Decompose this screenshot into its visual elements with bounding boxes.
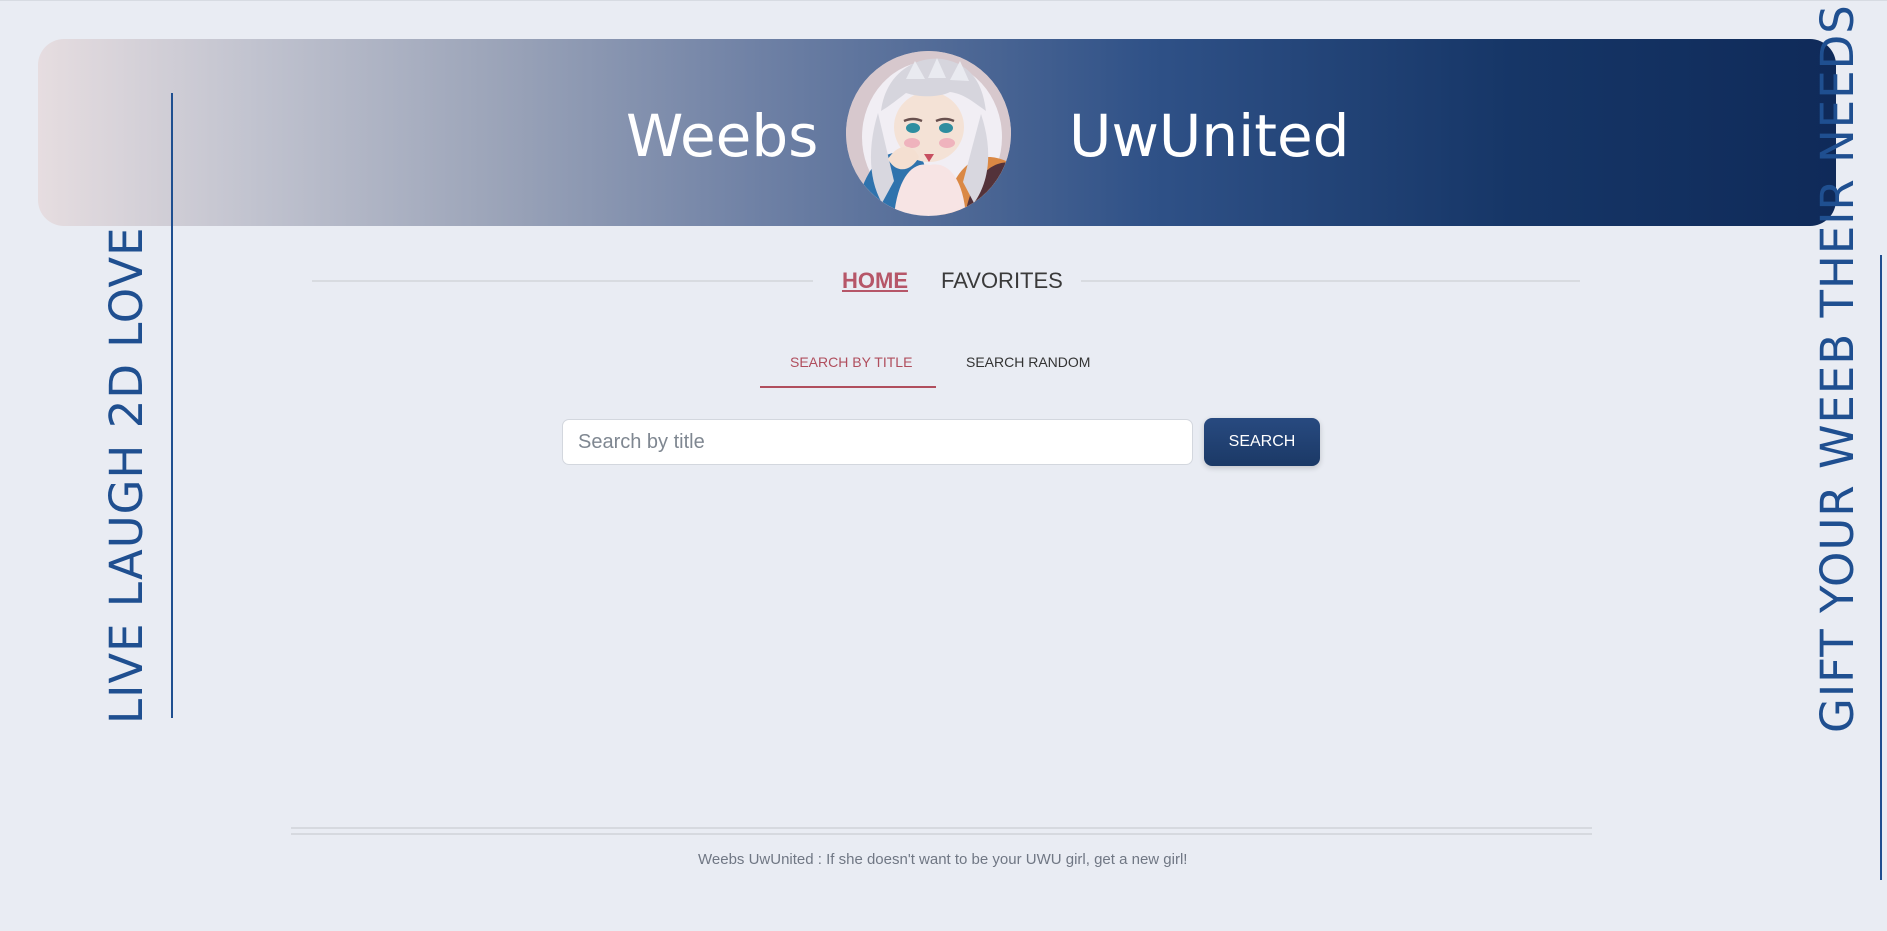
tab-search-random[interactable]: SEARCH RANDOM <box>966 352 1090 372</box>
footer-divider-bottom <box>291 833 1592 835</box>
nav-divider-right <box>1081 280 1580 282</box>
search-input[interactable] <box>562 419 1193 465</box>
side-divider-right <box>1880 255 1882 880</box>
site-title-right: UwUnited <box>1069 102 1350 170</box>
nav-home-link[interactable]: HOME <box>842 267 908 295</box>
anime-avatar-icon <box>846 51 1011 216</box>
search-button[interactable]: SEARCH <box>1204 418 1320 466</box>
nav-favorites-link[interactable]: FAVORITES <box>941 267 1063 295</box>
side-slogan-right: GIFT YOUR WEEB THEIR NEEDS <box>1811 4 1864 733</box>
nav-divider-left <box>312 280 813 282</box>
active-tab-indicator <box>760 386 936 388</box>
footer-divider-top <box>291 827 1592 829</box>
top-rule <box>0 0 1887 1</box>
side-slogan-left: LIVE LAUGH 2D LOVE <box>100 226 153 724</box>
tab-search-by-title[interactable]: SEARCH BY TITLE <box>790 352 912 372</box>
side-divider-left <box>171 93 173 718</box>
site-title-left: Weebs <box>626 102 819 170</box>
footer-text: Weebs UwUnited : If she doesn't want to … <box>698 851 1188 868</box>
